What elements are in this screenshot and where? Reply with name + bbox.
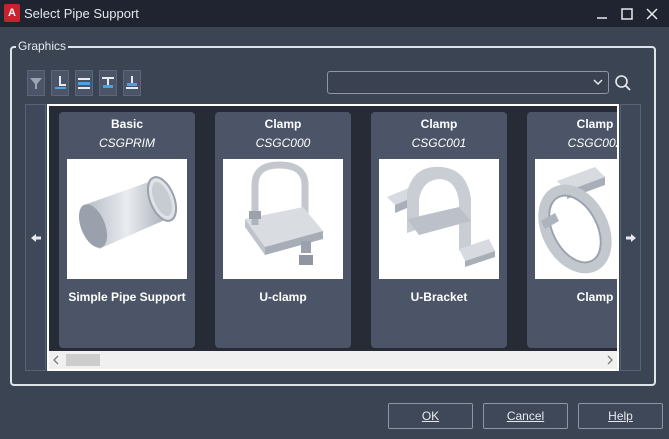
card-name: Clamp	[576, 290, 614, 304]
maximize-button[interactable]	[614, 0, 640, 27]
card-name: U-clamp	[259, 290, 307, 304]
cancel-button[interactable]: Cancel	[483, 403, 568, 429]
pipe-ring-icon	[67, 159, 187, 279]
ok-button[interactable]: OK	[388, 403, 473, 429]
pipe-shoe-icon	[78, 78, 90, 89]
u-clamp-icon	[223, 159, 343, 279]
search-combo[interactable]	[327, 71, 609, 94]
support-card[interactable]: Clamp CSGC001 U-Bracket	[371, 112, 507, 348]
card-code: CSGC001	[411, 136, 467, 150]
filter-icon	[30, 78, 42, 89]
help-button[interactable]: Help	[578, 403, 663, 429]
close-icon	[646, 7, 658, 20]
window-title: Select Pipe Support	[24, 6, 139, 21]
pipe-guide-filter-button[interactable]	[123, 70, 141, 96]
search-button[interactable]	[611, 71, 634, 94]
close-button[interactable]	[639, 0, 665, 27]
card-category: Clamp	[576, 117, 614, 131]
pipe-support-filter-button[interactable]	[51, 70, 69, 96]
card-code: CSGPRIM	[98, 136, 155, 150]
card-category: Clamp	[420, 117, 458, 131]
scrollbar-thumb[interactable]	[66, 354, 100, 366]
support-gallery: Basic CSGPRIM Simple Pipe Support Clamp …	[47, 104, 619, 371]
app-logo-icon: A	[4, 4, 20, 22]
filter-button[interactable]	[27, 70, 45, 96]
support-card[interactable]: Clamp CSGC000 U-clamp	[215, 112, 351, 348]
support-card[interactable]: Basic CSGPRIM Simple Pipe Support	[59, 112, 195, 348]
u-bracket-icon	[379, 159, 499, 279]
scroll-right-button[interactable]	[620, 104, 641, 371]
pipe-hanger-filter-button[interactable]	[99, 70, 117, 96]
scroll-left-arrow-icon[interactable]	[53, 355, 59, 365]
clamp-icon	[535, 159, 617, 279]
scroll-left-button[interactable]	[25, 104, 46, 371]
title-bar: A Select Pipe Support	[0, 0, 669, 27]
gallery-track: Basic CSGPRIM Simple Pipe Support Clamp …	[49, 106, 617, 351]
arrow-left-icon	[30, 233, 41, 242]
chevron-down-icon	[593, 79, 603, 86]
minimize-icon	[597, 16, 607, 19]
minimize-button[interactable]	[589, 0, 615, 27]
card-code: CSGC000	[255, 136, 311, 150]
pipe-shoe-filter-button[interactable]	[75, 70, 93, 96]
card-category: Basic	[110, 117, 144, 131]
card-category: Clamp	[264, 117, 302, 131]
maximize-icon	[621, 7, 633, 20]
pipe-guide-icon	[126, 76, 138, 89]
support-card[interactable]: Clamp CSGC002 Clamp	[527, 112, 617, 348]
pipe-hanger-icon	[102, 77, 114, 88]
search-icon	[614, 74, 631, 91]
arrow-right-icon	[625, 233, 636, 242]
card-code: CSGC002	[567, 136, 617, 150]
card-name: Simple Pipe Support	[68, 290, 186, 304]
scroll-right-arrow-icon[interactable]	[607, 355, 613, 365]
graphics-group-label: Graphics	[16, 39, 69, 53]
pipe-support-icon	[55, 76, 66, 89]
card-name: U-Bracket	[410, 290, 468, 304]
horizontal-scrollbar[interactable]	[49, 351, 617, 369]
